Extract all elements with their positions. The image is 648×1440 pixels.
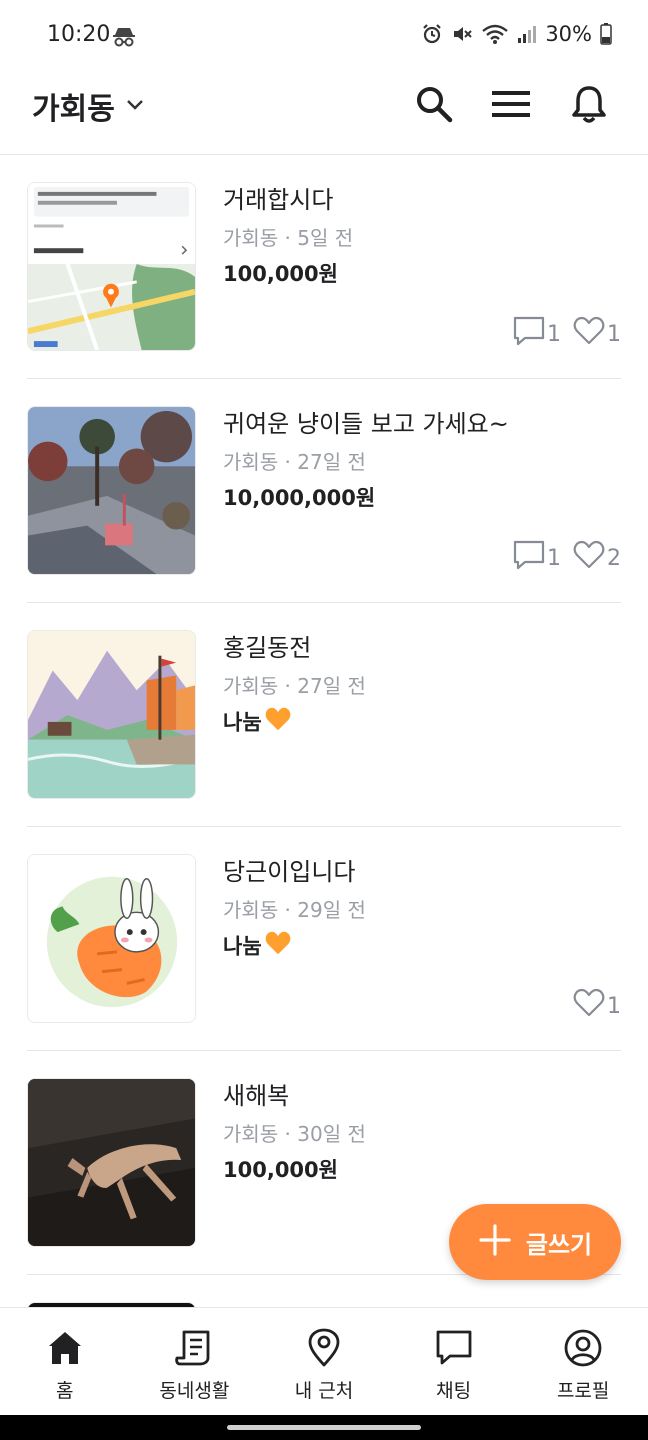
signal-icon	[517, 24, 537, 44]
menu-icon[interactable]	[491, 84, 531, 124]
product-age: 27일 전	[297, 450, 366, 474]
location-pin-icon	[304, 1328, 344, 1368]
product-price: 10,000,000원	[223, 486, 376, 510]
product-price: 나눔	[223, 934, 262, 959]
orange-heart-icon	[264, 706, 292, 741]
like-count: 1	[607, 321, 621, 347]
battery-percent: 30%	[545, 22, 592, 46]
product-price: 100,000원	[223, 262, 338, 286]
product-location: 가회동	[223, 674, 279, 698]
product-item[interactable]: 홍길동전 가회동 · 27일 전 나눔	[27, 603, 621, 827]
home-gesture-bar[interactable]	[227, 1425, 421, 1430]
product-feed: 거래합시다 가회동 · 5일 전 100,000원 1 1 귀여운 냥이들 보고…	[0, 155, 648, 1307]
wifi-icon	[481, 23, 509, 45]
nav-label: 프로필	[556, 1380, 610, 1402]
neighborhood-icon	[174, 1328, 214, 1368]
like-count: 1	[607, 993, 621, 1019]
nav-item-home[interactable]: 홈	[0, 1308, 130, 1415]
nav-label: 내 근처	[294, 1380, 354, 1402]
location-label: 가회동	[32, 92, 115, 127]
alarm-icon	[421, 23, 443, 45]
product-item[interactable]: 당근이입니다 가회동 · 29일 전 나눔 1	[27, 827, 621, 1051]
like-count: 2	[607, 545, 621, 571]
profile-icon	[563, 1328, 603, 1368]
search-icon[interactable]	[414, 84, 454, 124]
product-location: 가회동	[223, 1122, 279, 1146]
product-title: 거래합시다	[223, 186, 334, 214]
home-icon	[45, 1328, 85, 1368]
heart-icon	[573, 316, 605, 352]
comment-count: 1	[547, 545, 561, 571]
product-title: 당근이입니다	[223, 858, 356, 886]
nav-label: 홈	[56, 1380, 74, 1402]
bottom-nav: 홈 동네생활 내 근처 채팅 프로필	[0, 1307, 648, 1415]
incognito-icon	[112, 26, 136, 48]
write-post-button[interactable]: 글쓰기	[449, 1204, 621, 1280]
product-title: 새해복	[223, 1082, 290, 1110]
product-thumbnail	[27, 630, 196, 799]
product-title: 홍길동전	[223, 634, 312, 662]
chat-icon	[434, 1328, 474, 1368]
comment-icon	[513, 540, 545, 576]
product-age: 5일 전	[297, 226, 354, 250]
nav-label: 동네생활	[159, 1380, 230, 1402]
heart-icon	[573, 540, 605, 576]
nav-item-chat[interactable]: 채팅	[389, 1308, 519, 1415]
write-post-label: 글쓰기	[525, 1230, 593, 1259]
product-thumbnail	[27, 406, 196, 575]
nav-item-neighborhood[interactable]: 동네생활	[130, 1308, 260, 1415]
product-price: 나눔	[223, 710, 262, 735]
plus-icon	[478, 1223, 512, 1261]
product-item[interactable]: 거래합시다 가회동 · 5일 전 100,000원 1 1	[27, 155, 621, 379]
location-selector[interactable]: 가회동	[32, 84, 145, 128]
product-thumbnail	[27, 1078, 196, 1247]
heart-icon	[573, 988, 605, 1024]
product-age: 29일 전	[297, 898, 366, 922]
nav-item-nearby[interactable]: 내 근처	[259, 1308, 389, 1415]
mute-icon	[451, 23, 473, 45]
product-age: 27일 전	[297, 674, 366, 698]
status-time: 10:20	[47, 22, 111, 47]
product-thumbnail	[27, 854, 196, 1023]
status-bar: 10:20 30%	[0, 0, 648, 70]
product-title: 귀여운 냥이들 보고 가세요~	[223, 410, 509, 438]
comment-icon	[513, 316, 545, 352]
product-location: 가회동	[223, 898, 279, 922]
product-location: 가회동	[223, 450, 279, 474]
battery-icon	[600, 23, 612, 45]
product-location: 가회동	[223, 226, 279, 250]
comment-count: 1	[547, 321, 561, 347]
chevron-down-icon	[125, 97, 145, 116]
orange-heart-icon	[264, 930, 292, 965]
system-gesture-area	[0, 1415, 648, 1440]
nav-item-profile[interactable]: 프로필	[518, 1308, 648, 1415]
product-price: 100,000원	[223, 1158, 338, 1182]
product-thumbnail	[27, 182, 196, 351]
nav-label: 채팅	[436, 1380, 472, 1402]
app-header: 가회동	[0, 70, 648, 155]
bell-icon[interactable]	[569, 84, 609, 124]
product-age: 30일 전	[297, 1122, 366, 1146]
product-item[interactable]: 귀여운 냥이들 보고 가세요~ 가회동 · 27일 전 10,000,000원 …	[27, 379, 621, 603]
